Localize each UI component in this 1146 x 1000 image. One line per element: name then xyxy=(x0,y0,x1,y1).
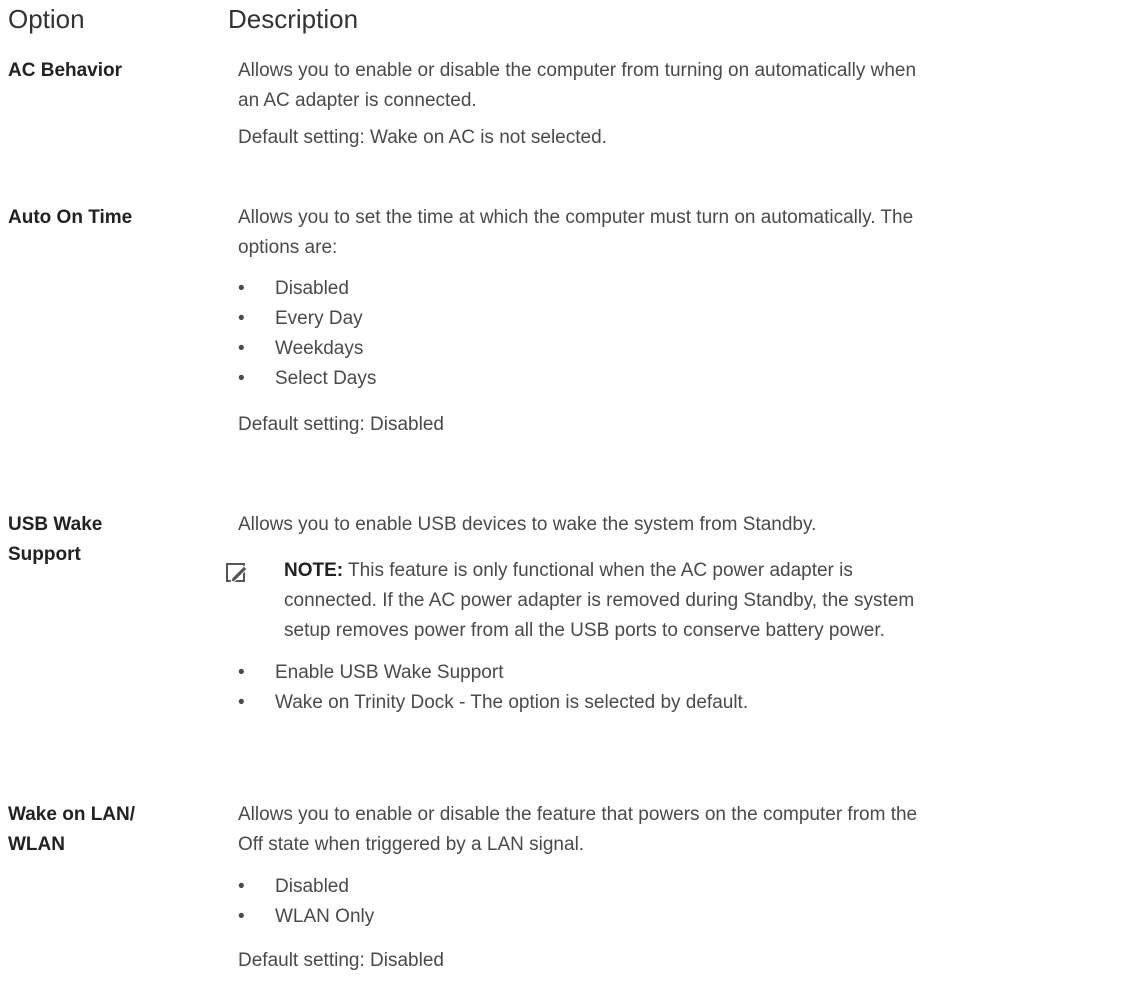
description-text: Off state when triggered by a LAN signal… xyxy=(238,834,585,855)
list-item: Disabled xyxy=(238,872,1138,902)
default-setting: Default setting: Disabled xyxy=(238,414,444,435)
list-item: WLAN Only xyxy=(238,902,1138,932)
note-label: NOTE: xyxy=(284,560,344,581)
option-column-header: Option xyxy=(8,4,85,34)
list-item: Select Days xyxy=(238,364,1138,394)
default-setting: Default setting: Disabled xyxy=(238,950,444,971)
note-line: NOTE: This feature is only functional wh… xyxy=(284,556,1138,586)
description-column-header: Description xyxy=(228,4,359,34)
description-auto-on-time: Allows you to set the time at which the … xyxy=(238,203,1138,440)
option-wake-on-lan-wlan: Wake on LAN/ WLAN xyxy=(8,800,208,860)
description-text: Allows you to enable USB devices to wake… xyxy=(238,514,817,535)
description-wake-on-lan-wlan: Allows you to enable or disable the feat… xyxy=(238,800,1138,976)
pencil-note-icon xyxy=(226,562,248,584)
option-usb-wake-support: USB Wake Support xyxy=(8,510,208,570)
note-text: connected. If the AC power adapter is re… xyxy=(284,590,915,611)
option-label-line: USB Wake xyxy=(8,514,103,535)
note-block: NOTE: This feature is only functional wh… xyxy=(226,556,1138,646)
note-text: This feature is only functional when the… xyxy=(348,560,853,581)
option-label-line: Support xyxy=(8,544,81,565)
description-text: options are: xyxy=(238,237,338,258)
description-text: Allows you to set the time at which the … xyxy=(238,207,914,228)
list-item: Enable USB Wake Support xyxy=(238,658,1138,688)
option-ac-behavior: AC Behavior xyxy=(8,60,123,81)
list-item: Weekdays xyxy=(238,334,1138,364)
option-label-line: Wake on LAN/ xyxy=(8,804,136,825)
description-text: Allows you to enable or disable the feat… xyxy=(238,804,918,825)
description-usb-wake-support: Allows you to enable USB devices to wake… xyxy=(226,510,1138,718)
list-item: Every Day xyxy=(238,304,1138,334)
list-item: Wake on Trinity Dock - The option is sel… xyxy=(238,688,1138,718)
description-ac-behavior: Allows you to enable or disable the comp… xyxy=(238,56,1138,153)
options-list: Disabled Every Day Weekdays Select Days xyxy=(238,274,1138,394)
options-list: Disabled WLAN Only xyxy=(238,872,1138,932)
options-list: Enable USB Wake Support Wake on Trinity … xyxy=(238,658,1138,718)
note-text: setup removes power from all the USB por… xyxy=(284,620,885,641)
option-auto-on-time: Auto On Time xyxy=(8,207,133,228)
description-text: Allows you to enable or disable the comp… xyxy=(238,60,917,81)
default-setting: Default setting: Wake on AC is not selec… xyxy=(238,127,607,148)
description-text: an AC adapter is connected. xyxy=(238,90,477,111)
list-item: Disabled xyxy=(238,274,1138,304)
option-label-line: WLAN xyxy=(8,834,65,855)
